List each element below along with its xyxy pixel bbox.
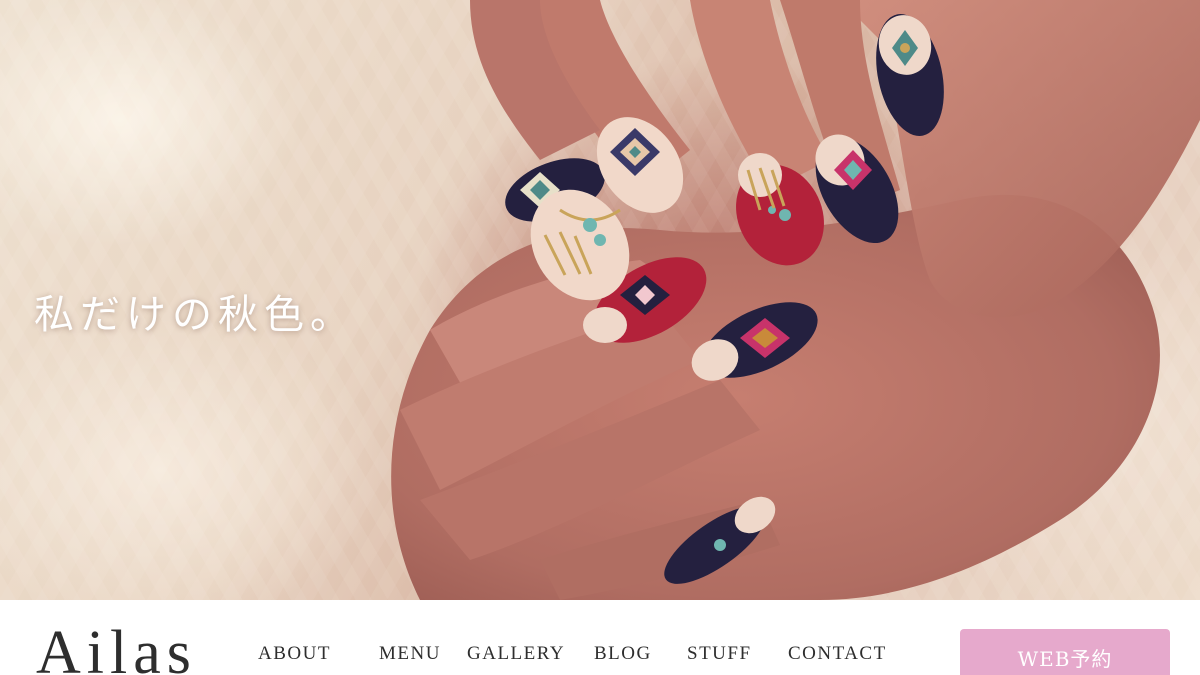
main-nav: ABOUT MENU GALLERY BLOG STUFF CONTACT <box>258 644 903 663</box>
nav-item-blog[interactable]: BLOG <box>594 644 687 663</box>
web-reservation-button[interactable]: WEB予約 <box>960 629 1170 675</box>
nav-item-about[interactable]: ABOUT <box>258 644 368 663</box>
hero-banner: 私だけの秋色。 <box>0 0 1200 600</box>
site-header: Ailas ABOUT MENU GALLERY BLOG STUFF CONT… <box>0 600 1200 675</box>
nav-item-menu[interactable]: MENU <box>379 644 475 663</box>
hero-tagline: 私だけの秋色。 <box>34 292 356 338</box>
nav-item-stuff[interactable]: STUFF <box>687 644 788 663</box>
nav-item-gallery[interactable]: GALLERY <box>467 644 594 663</box>
nav-item-contact[interactable]: CONTACT <box>788 644 903 663</box>
site-logo[interactable]: Ailas <box>36 622 197 675</box>
